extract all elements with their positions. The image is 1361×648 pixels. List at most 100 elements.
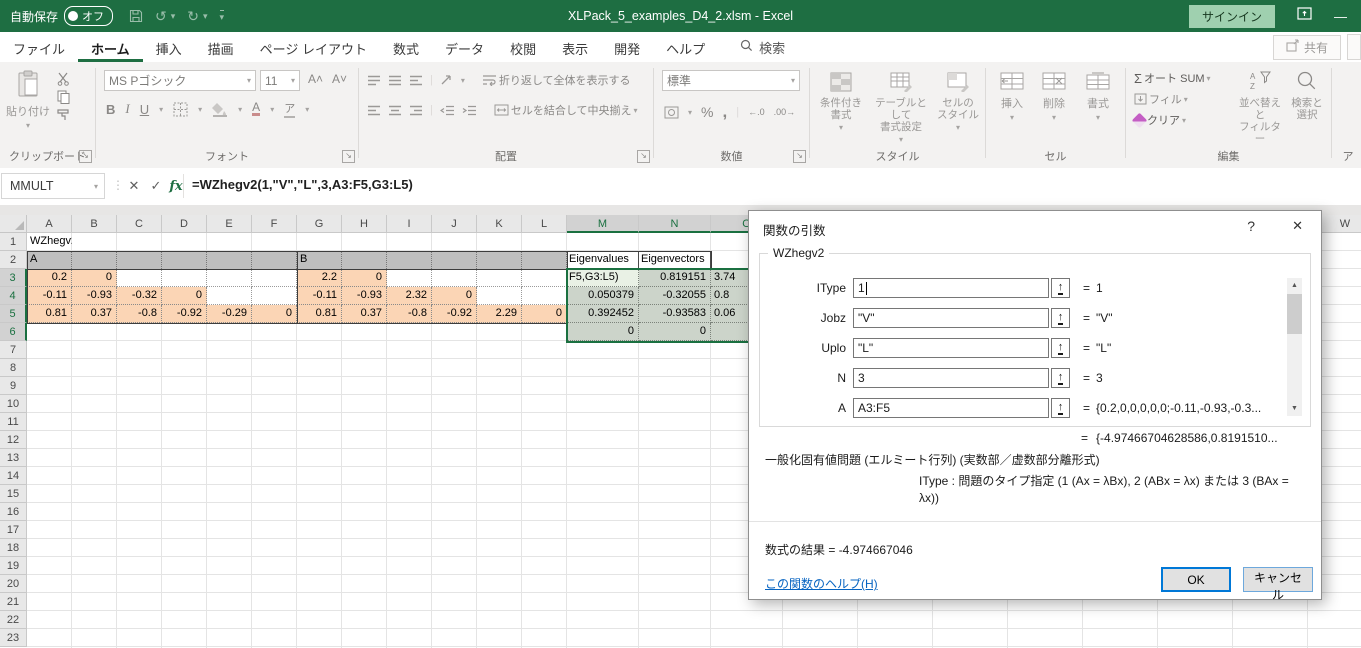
ok-button[interactable]: OK: [1161, 567, 1231, 592]
save-icon[interactable]: [129, 9, 143, 23]
column-header-L[interactable]: L: [522, 215, 567, 233]
cell-E5[interactable]: -0.29: [207, 305, 252, 323]
customize-qat-icon[interactable]: ▾: [219, 9, 225, 23]
cell-M2[interactable]: Eigenvalues: [567, 251, 639, 269]
font-color-dropdown-icon[interactable]: ▾: [270, 105, 274, 114]
decrease-indent-icon[interactable]: [439, 105, 455, 116]
column-header-N[interactable]: N: [639, 215, 711, 233]
tab-file[interactable]: ファイル: [0, 33, 78, 62]
tab-insert[interactable]: 挿入: [143, 33, 195, 62]
cell-A1[interactable]: WZhegv2: [27, 233, 72, 251]
row-header-7[interactable]: 7: [0, 341, 27, 359]
name-box[interactable]: MMULT ▾: [1, 173, 105, 199]
cell-C4[interactable]: -0.32: [117, 287, 162, 305]
cell-J5[interactable]: -0.92: [432, 305, 477, 323]
cell-C2[interactable]: [117, 251, 162, 269]
align-center-icon[interactable]: [388, 105, 402, 116]
cell-F5[interactable]: 0: [252, 305, 297, 323]
cell-N3[interactable]: 0.819151: [639, 269, 711, 287]
cell-K5[interactable]: 2.29: [477, 305, 522, 323]
cancel-entry-button[interactable]: ✕: [124, 176, 144, 196]
row-header-18[interactable]: 18: [0, 539, 27, 557]
tab-data[interactable]: データ: [432, 33, 497, 62]
jobz-collapse-button[interactable]: ↑: [1051, 308, 1070, 328]
cell-K3[interactable]: [477, 269, 522, 287]
row-header-16[interactable]: 16: [0, 503, 27, 521]
column-header-D[interactable]: D: [162, 215, 207, 233]
uplo-collapse-button[interactable]: ↑: [1051, 338, 1070, 358]
redo-dropdown-icon[interactable]: ▾: [203, 11, 208, 22]
dialog-scrollbar[interactable]: ▲ ▼: [1287, 278, 1302, 416]
copy-icon[interactable]: [56, 90, 72, 104]
increase-decimal-icon[interactable]: ←.0: [748, 107, 765, 117]
cell-N5[interactable]: -0.93583: [639, 305, 711, 323]
itype-input[interactable]: 1: [853, 278, 1049, 298]
cell-N4[interactable]: -0.32055: [639, 287, 711, 305]
row-header-22[interactable]: 22: [0, 611, 27, 629]
format-as-table-button[interactable]: テーブルとして 書式設定 ▾: [870, 72, 932, 144]
cell-H4[interactable]: -0.93: [342, 287, 387, 305]
cell-E4[interactable]: [207, 287, 252, 305]
redo-icon[interactable]: ↻: [187, 8, 199, 25]
row-header-11[interactable]: 11: [0, 413, 27, 431]
number-dialog-launcher-icon[interactable]: ↘: [793, 150, 806, 163]
cell-E3[interactable]: [207, 269, 252, 287]
conditional-formatting-button[interactable]: 条件付き 書式 ▾: [814, 72, 868, 132]
autosave-toggle[interactable]: 自動保存 オフ: [10, 6, 114, 26]
tab-review[interactable]: 校閲: [497, 33, 549, 62]
scroll-up-icon[interactable]: ▲: [1287, 278, 1302, 293]
increase-indent-icon[interactable]: [462, 105, 477, 116]
cell-M3[interactable]: F5,G3:L5): [567, 269, 639, 287]
cell-M6[interactable]: 0: [567, 323, 639, 341]
n-input[interactable]: 3: [853, 368, 1049, 388]
increase-font-icon[interactable]: A˄: [308, 72, 323, 86]
row-header-20[interactable]: 20: [0, 575, 27, 593]
phonetic-guide-icon[interactable]: ア: [284, 100, 296, 118]
row-header-6[interactable]: 6: [0, 323, 27, 341]
fill-color-dropdown-icon[interactable]: ▾: [238, 105, 242, 114]
cell-E2[interactable]: [207, 251, 252, 269]
row-header-13[interactable]: 13: [0, 449, 27, 467]
cell-H5[interactable]: 0.37: [342, 305, 387, 323]
borders-icon[interactable]: [173, 102, 188, 117]
accounting-format-icon[interactable]: [664, 106, 679, 119]
row-header-9[interactable]: 9: [0, 377, 27, 395]
tab-help[interactable]: ヘルプ: [653, 33, 718, 62]
cell-D2[interactable]: [162, 251, 207, 269]
accounting-dropdown-icon[interactable]: ▾: [688, 108, 692, 117]
cell-H3[interactable]: 0: [342, 269, 387, 287]
cell-B2[interactable]: [72, 251, 117, 269]
bold-button[interactable]: B: [106, 102, 115, 117]
clipboard-dialog-launcher-icon[interactable]: ↘: [79, 150, 92, 163]
align-top-icon[interactable]: [367, 75, 381, 86]
row-header-19[interactable]: 19: [0, 557, 27, 575]
cell-B5[interactable]: 0.37: [72, 305, 117, 323]
paste-button[interactable]: 貼り付け ▾: [6, 70, 50, 130]
jobz-input[interactable]: "V": [853, 308, 1049, 328]
row-header-14[interactable]: 14: [0, 467, 27, 485]
tab-draw[interactable]: 描画: [195, 33, 247, 62]
row-header-23[interactable]: 23: [0, 629, 27, 647]
delete-cells-button[interactable]: 削除 ▾: [1036, 72, 1072, 122]
search-box[interactable]: 検索: [740, 38, 785, 57]
cell-M4[interactable]: 0.050379: [567, 287, 639, 305]
cut-icon[interactable]: [56, 72, 72, 86]
function-help-link[interactable]: この関数のヘルプ(H): [765, 575, 878, 592]
undo-dropdown-icon[interactable]: ▾: [171, 11, 176, 22]
cell-B4[interactable]: -0.93: [72, 287, 117, 305]
scrollbar-thumb[interactable]: [1287, 294, 1302, 334]
clipped-button[interactable]: [1347, 34, 1361, 60]
font-name-select[interactable]: MS Pゴシック ▾: [104, 70, 256, 91]
cell-D4[interactable]: 0: [162, 287, 207, 305]
cell-N2[interactable]: Eigenvectors: [639, 251, 711, 269]
column-header-K[interactable]: K: [477, 215, 522, 233]
formula-input[interactable]: =WZhegv2(1,"V","L",3,A3:F5,G3:L5): [192, 177, 413, 192]
dialog-close-icon[interactable]: ✕: [1292, 218, 1303, 234]
align-left-icon[interactable]: [367, 105, 381, 116]
column-header-F[interactable]: F: [252, 215, 297, 233]
cell-N6[interactable]: 0: [639, 323, 711, 341]
column-header-M[interactable]: M: [567, 215, 639, 233]
cell-L5[interactable]: 0: [522, 305, 567, 323]
insert-cells-button[interactable]: 挿入 ▾: [994, 72, 1030, 122]
tab-view[interactable]: 表示: [549, 33, 601, 62]
